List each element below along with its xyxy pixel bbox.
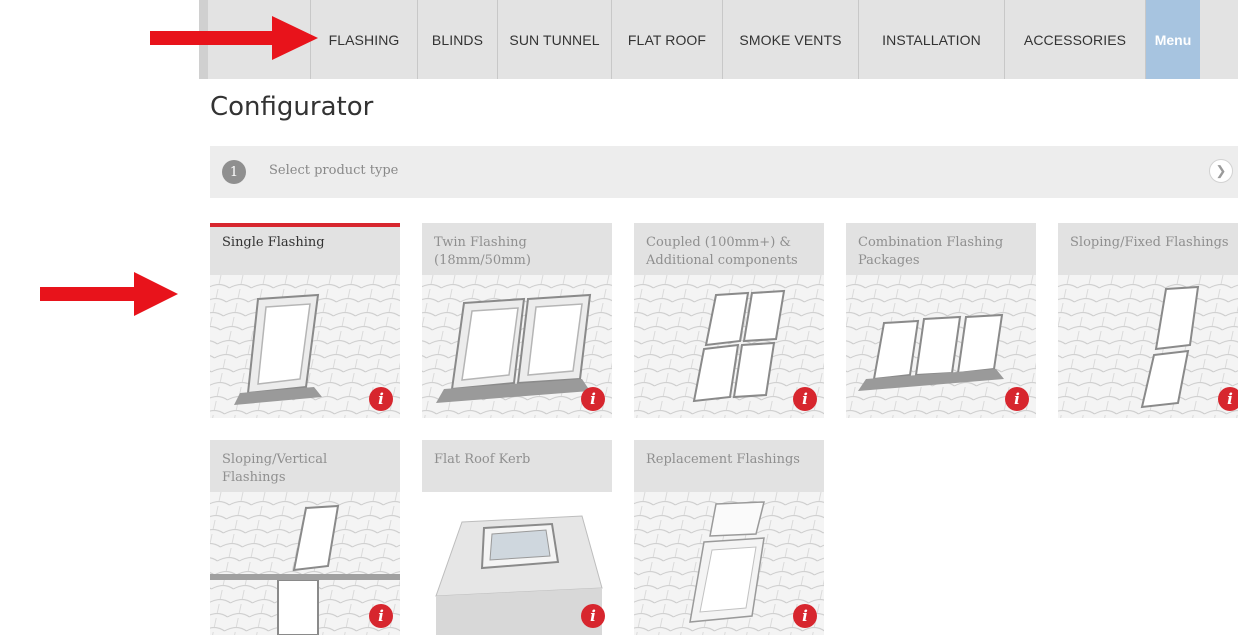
nav-item-flat-roof[interactable]: FLAT ROOF [612, 0, 723, 79]
tile-label: Combination Flashing Packages [858, 235, 1004, 268]
tile-label: Coupled (100mm+) & Additional components [646, 235, 798, 268]
tile-label: Sloping/Vertical Flashings [222, 452, 328, 485]
step-label: Select product type [269, 163, 399, 178]
info-icon[interactable]: i [369, 604, 393, 628]
nav-item-blinds[interactable]: BLINDS [418, 0, 498, 79]
tile-flat-roof-kerb[interactable]: Flat Roof Kerb i [422, 440, 612, 635]
arrow-annotation-icon [150, 16, 318, 60]
info-icon[interactable]: i [793, 387, 817, 411]
sloping-fixed-flashing-image [1058, 275, 1238, 418]
info-icon[interactable]: i [581, 387, 605, 411]
arrow-annotation-icon [40, 272, 178, 316]
tile-label: Flat Roof Kerb [434, 452, 531, 467]
top-nav: FLASHING BLINDS SUN TUNNEL FLAT ROOF SMO… [199, 0, 1238, 79]
info-icon[interactable]: i [581, 604, 605, 628]
info-icon[interactable]: i [1218, 387, 1238, 411]
nav-item-smoke-vents[interactable]: SMOKE VENTS [723, 0, 859, 79]
chevron-right-icon[interactable]: ❯ [1209, 159, 1233, 183]
menu-button[interactable]: Menu [1146, 0, 1200, 79]
tile-label: Single Flashing [222, 235, 325, 250]
info-icon[interactable]: i [1005, 387, 1029, 411]
page-title: Configurator [210, 92, 374, 122]
step-bar[interactable]: 1 Select product type ❯ [210, 146, 1238, 198]
nav-item-installation[interactable]: INSTALLATION [859, 0, 1005, 79]
nav-item-sun-tunnel[interactable]: SUN TUNNEL [498, 0, 612, 79]
tile-label: Twin Flashing (18mm/50mm) [434, 235, 531, 268]
tile-combination-flashing[interactable]: Combination Flashing Packages i [846, 223, 1036, 418]
tile-twin-flashing[interactable]: Twin Flashing (18mm/50mm) i [422, 223, 612, 418]
info-icon[interactable]: i [793, 604, 817, 628]
tile-sloping-vertical-flashings[interactable]: Sloping/Vertical Flashings i [210, 440, 400, 635]
nav-item-accessories[interactable]: ACCESSORIES [1005, 0, 1146, 79]
tile-label: Replacement Flashings [646, 452, 800, 467]
tile-single-flashing[interactable]: Single Flashing i [210, 223, 400, 418]
nav-item-flashing[interactable]: FLASHING [311, 0, 418, 79]
info-icon[interactable]: i [369, 387, 393, 411]
tile-coupled-flashing[interactable]: Coupled (100mm+) & Additional components… [634, 223, 824, 418]
tile-replacement-flashings[interactable]: Replacement Flashings i [634, 440, 824, 635]
step-number-badge: 1 [222, 160, 246, 184]
tile-sloping-fixed-flashings[interactable]: Sloping/Fixed Flashings i [1058, 223, 1238, 418]
tile-label: Sloping/Fixed Flashings [1070, 235, 1229, 250]
